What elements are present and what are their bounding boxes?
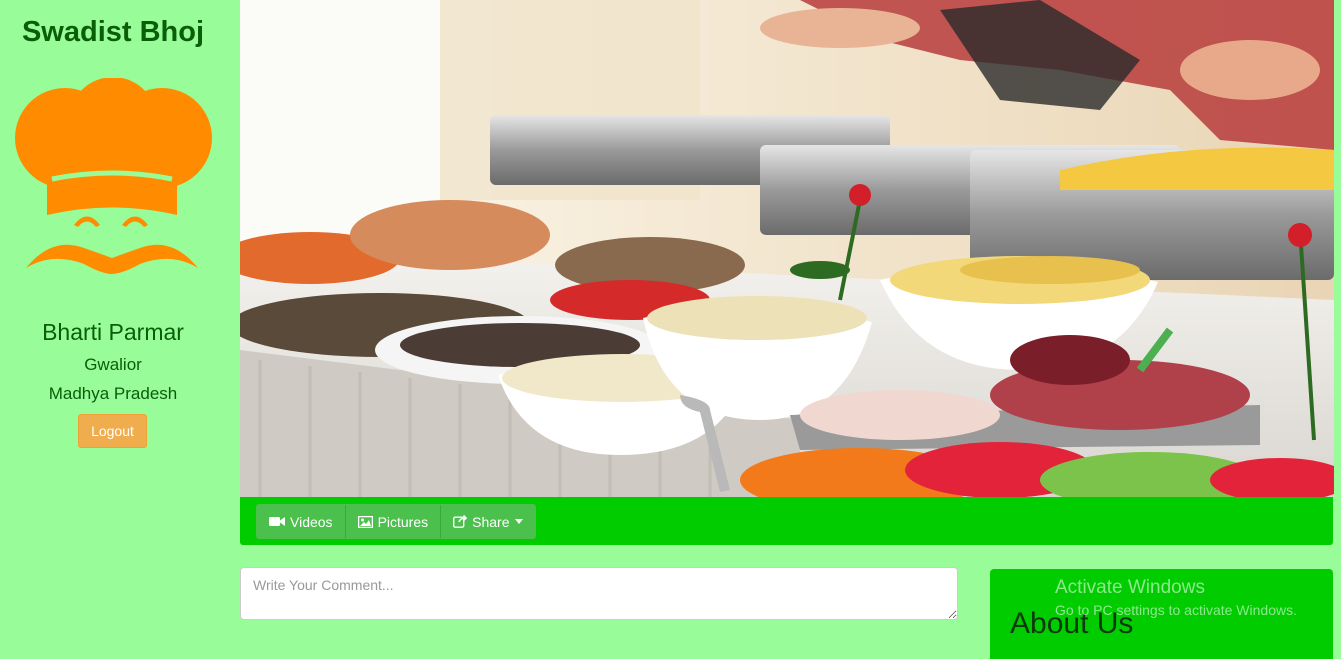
videos-button[interactable]: Videos — [257, 505, 346, 538]
picture-icon — [357, 515, 373, 528]
share-icon — [453, 515, 468, 528]
logout-button[interactable]: Logout — [78, 414, 147, 448]
pictures-button[interactable]: Pictures — [345, 505, 442, 538]
about-text — [1010, 649, 1310, 659]
media-toolbar: Videos Pictures Share — [240, 497, 1333, 545]
brand-title[interactable]: Swadist Bhoj — [0, 16, 226, 49]
share-label: Share — [472, 513, 510, 530]
sidebar: Swadist Bhoj Bharti Parmar Gwalior Madhy… — [0, 0, 240, 654]
videos-label: Videos — [290, 513, 333, 530]
profile-state: Madhya Pradesh — [48, 384, 178, 403]
watermark-title: Activate Windows — [1055, 577, 1205, 598]
profile-city: Gwalior — [84, 355, 142, 374]
watermark-subtitle: Go to PC settings to activate Windows. — [1055, 602, 1297, 618]
chef-logo-icon — [15, 78, 212, 274]
video-camera-icon — [269, 517, 285, 526]
share-dropdown-button[interactable]: Share — [441, 505, 535, 538]
buffet-hero-image — [240, 0, 1334, 497]
comment-input[interactable] — [240, 567, 958, 620]
profile-name: Bharti Parmar — [42, 319, 184, 345]
activate-windows-watermark: Activate Windows Go to PC settings to ac… — [1055, 577, 1297, 618]
pictures-label: Pictures — [377, 513, 429, 530]
media-button-group: Videos Pictures Share — [256, 504, 536, 539]
caret-down-icon — [514, 519, 523, 524]
